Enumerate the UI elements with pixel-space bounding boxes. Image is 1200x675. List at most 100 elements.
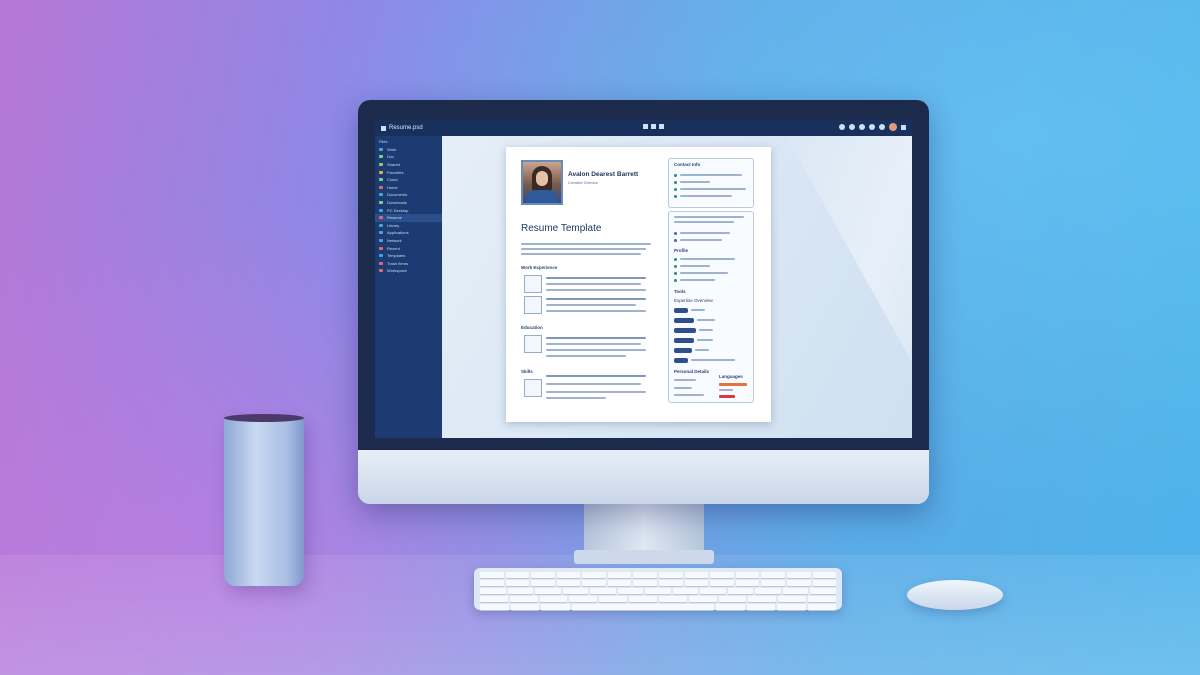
folder-icon bbox=[379, 201, 383, 205]
home-icon[interactable] bbox=[643, 124, 648, 129]
text-line bbox=[699, 329, 713, 331]
text-line bbox=[680, 265, 710, 267]
bullet bbox=[674, 279, 677, 282]
search-icon[interactable] bbox=[869, 124, 875, 130]
folder-icon bbox=[379, 163, 383, 167]
monitor-chin bbox=[358, 450, 929, 504]
key bbox=[700, 588, 726, 594]
text-line bbox=[546, 304, 636, 306]
text-line bbox=[697, 319, 715, 321]
sidebar-item-pc-desktop[interactable]: PC Desktop bbox=[379, 206, 438, 214]
sidebar-item-label: Network bbox=[387, 238, 402, 244]
sidebar-item-label: Templates bbox=[387, 253, 406, 259]
sidebar-item-templates[interactable]: Templates bbox=[379, 252, 438, 260]
key bbox=[590, 588, 616, 594]
key bbox=[480, 572, 504, 578]
sidebar-item-trash-items[interactable]: Trash Items bbox=[379, 260, 438, 268]
key bbox=[531, 580, 555, 586]
sidebar-item-home[interactable]: Home bbox=[379, 184, 438, 192]
window-titlebar: Resume.psd bbox=[375, 120, 912, 136]
key bbox=[786, 580, 811, 586]
folder-icon bbox=[379, 178, 383, 182]
key bbox=[633, 580, 658, 586]
sidebar-item-label: Workspace bbox=[387, 268, 407, 274]
resume-document[interactable]: Avalon Dearest Barrett Creative Director… bbox=[506, 147, 771, 422]
keyboard-row bbox=[480, 572, 837, 578]
sidebar-item-network[interactable]: Network bbox=[379, 237, 438, 245]
sync-icon[interactable] bbox=[849, 124, 855, 130]
text-line bbox=[695, 349, 709, 351]
key bbox=[778, 596, 807, 602]
bullet bbox=[674, 181, 677, 184]
contact-card: Contact Info bbox=[668, 158, 754, 208]
text-line bbox=[546, 337, 646, 339]
key bbox=[607, 580, 632, 586]
window-title: Resume.psd bbox=[389, 125, 423, 131]
profile-title: Profile bbox=[674, 248, 689, 253]
cup-rim bbox=[224, 414, 304, 422]
key bbox=[562, 588, 589, 594]
key bbox=[659, 580, 683, 586]
text-line bbox=[546, 383, 641, 385]
sidebar-item-cloud[interactable]: Cloud bbox=[379, 176, 438, 184]
share-icon[interactable] bbox=[651, 124, 656, 129]
folder-icon bbox=[379, 170, 383, 174]
light-reflection bbox=[786, 136, 912, 363]
menu-icon[interactable] bbox=[901, 124, 906, 130]
user-avatar[interactable] bbox=[889, 123, 897, 131]
section-title-education: Education bbox=[521, 325, 543, 330]
keyboard-row bbox=[480, 580, 837, 586]
sidebar-item-label: Favorites bbox=[387, 169, 404, 175]
sidebar-item-favorites[interactable]: Favorites bbox=[379, 168, 438, 176]
folder-icon bbox=[379, 231, 383, 235]
key bbox=[735, 580, 760, 586]
sidebar-item-workspace[interactable]: Workspace bbox=[379, 267, 438, 275]
key bbox=[505, 572, 530, 578]
bullet bbox=[674, 188, 677, 191]
sidebar-item-library[interactable]: Library bbox=[379, 222, 438, 230]
sidebar-item-shared[interactable]: Shared bbox=[379, 161, 438, 169]
text-line bbox=[546, 289, 646, 291]
key bbox=[672, 588, 699, 594]
gear-icon[interactable] bbox=[879, 124, 885, 130]
bullet bbox=[674, 239, 677, 242]
info-icon[interactable] bbox=[659, 124, 664, 129]
sidebar-item-label: Cloud bbox=[387, 177, 398, 183]
text-line bbox=[546, 375, 646, 377]
sidebar-item-doc[interactable]: Doc bbox=[379, 153, 438, 161]
key bbox=[782, 588, 809, 594]
sidebar-item-downloads[interactable]: Downloads bbox=[379, 199, 438, 207]
sidebar-item-work[interactable]: Work bbox=[379, 146, 438, 154]
sidebar-item-applications[interactable]: Applications bbox=[379, 229, 438, 237]
sidebar-item-resume[interactable]: Resume bbox=[375, 213, 442, 222]
bullet bbox=[674, 258, 677, 261]
text-line bbox=[674, 387, 692, 389]
key bbox=[535, 588, 561, 594]
key bbox=[688, 596, 717, 602]
section-title-skills: Skills bbox=[521, 369, 533, 374]
key bbox=[531, 572, 555, 578]
monitor-stand-foot bbox=[574, 550, 714, 564]
bullet bbox=[674, 174, 677, 177]
contact-title: Contact Info bbox=[674, 162, 701, 167]
details-card: Profile Tools Expertise Overview Persona… bbox=[668, 211, 754, 403]
key bbox=[658, 596, 687, 602]
text-line bbox=[546, 349, 646, 351]
text-line bbox=[674, 221, 734, 223]
language-bar bbox=[719, 395, 735, 398]
sidebar-item-recent[interactable]: Recent bbox=[379, 244, 438, 252]
sidebar-item-documents[interactable]: Documents bbox=[379, 191, 438, 199]
cloud-icon[interactable] bbox=[859, 124, 865, 130]
text-line bbox=[674, 394, 704, 396]
skill-pill bbox=[674, 358, 688, 363]
text-line bbox=[680, 195, 732, 197]
sidebar-item-label: Applications bbox=[387, 230, 409, 236]
key bbox=[812, 572, 837, 578]
back-icon[interactable] bbox=[839, 124, 845, 130]
text-line bbox=[546, 397, 606, 399]
section-thumbnail bbox=[524, 379, 542, 397]
text-line bbox=[680, 258, 735, 260]
folder-icon bbox=[379, 239, 383, 243]
folder-icon bbox=[379, 193, 383, 197]
document-canvas[interactable]: Avalon Dearest Barrett Creative Director… bbox=[442, 136, 912, 438]
